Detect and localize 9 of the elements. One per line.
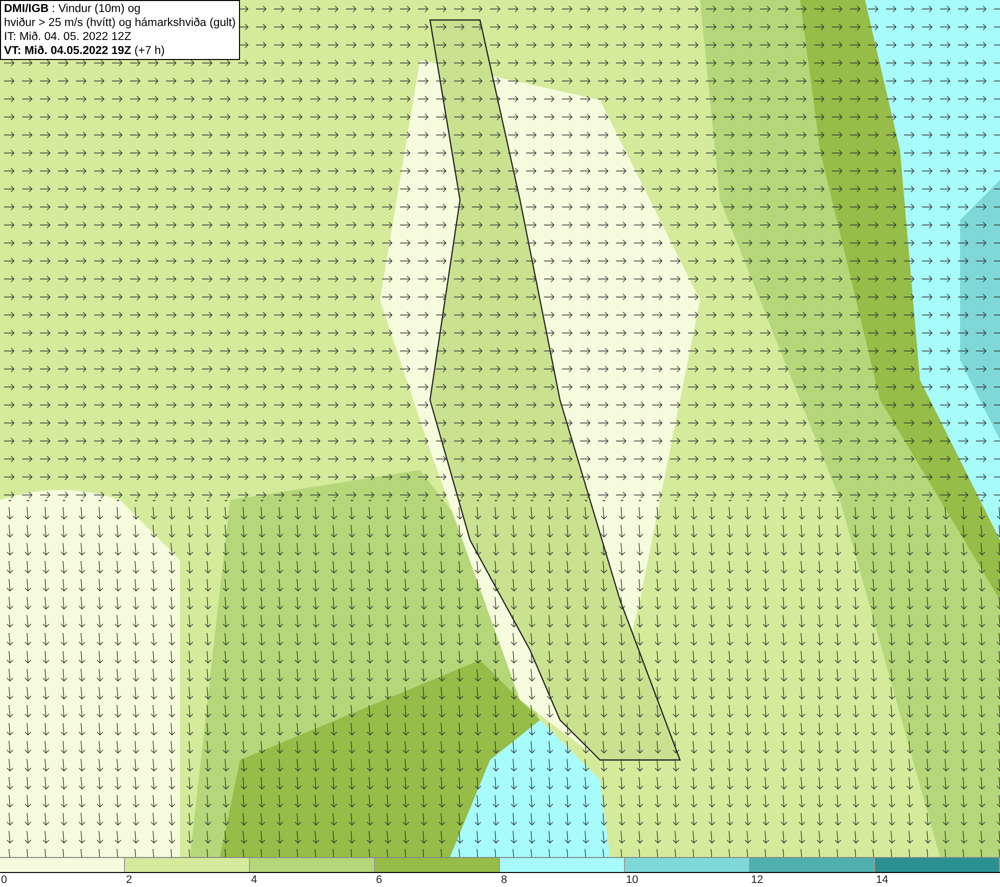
legend-tick-label: 2 <box>126 873 132 887</box>
legend-tick-label: 8 <box>501 873 508 887</box>
legend-tick-label: 14 <box>876 873 888 887</box>
legend-tick-label: 6 <box>376 873 382 887</box>
legend-tick-label: 0 <box>1 873 8 887</box>
map-caption: DMI/IGB : Vindur (10m) og hviður > 25 m/s (hvítt) og hámarkshviða (gult) IT: Mið. 04. 05. 2022 12Z VT: Mið. 04.05.2022 19Z (+7 h) <box>0 0 240 60</box>
legend-tick-label: 12 <box>751 873 764 887</box>
legend-tick-label: 4 <box>251 873 258 887</box>
legend-tick-label: 10 <box>626 873 638 887</box>
